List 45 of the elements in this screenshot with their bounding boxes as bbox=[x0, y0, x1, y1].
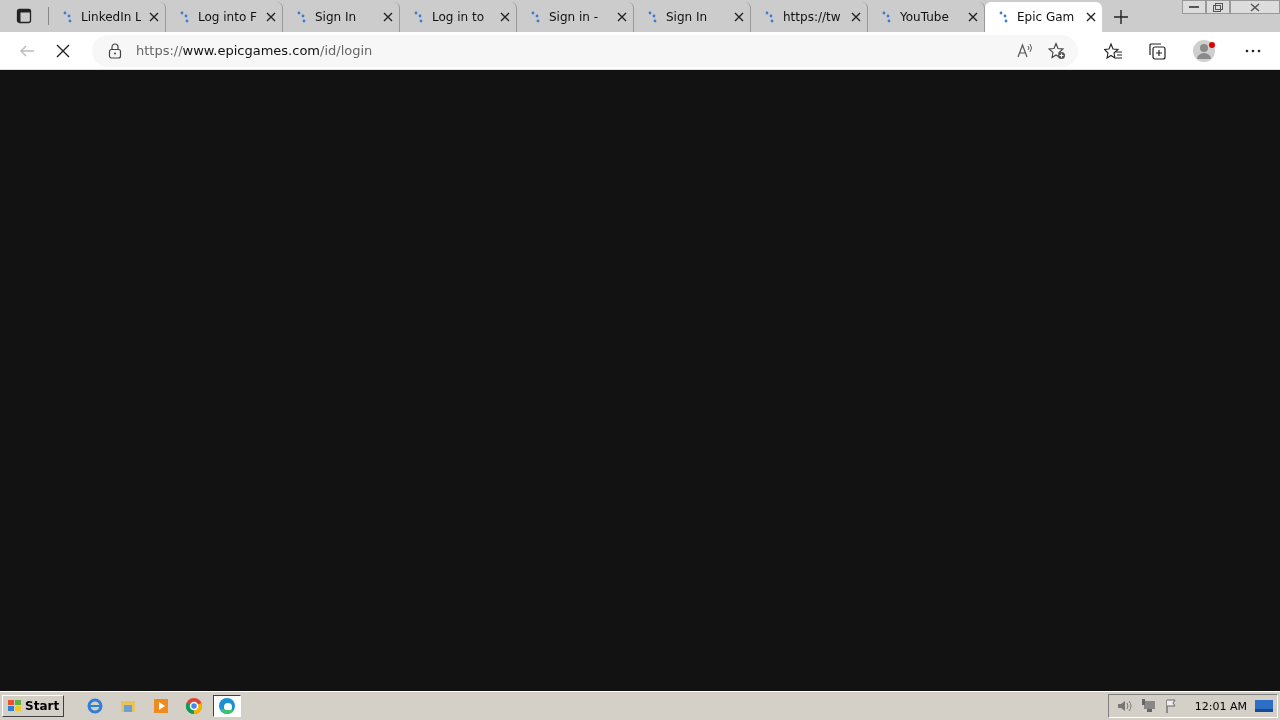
close-icon[interactable] bbox=[734, 12, 744, 22]
minimize-button[interactable] bbox=[1182, 0, 1206, 14]
volume-icon[interactable] bbox=[1116, 699, 1133, 713]
show-desktop-icon[interactable] bbox=[1255, 699, 1273, 713]
url-text: https://www.epicgames.com/id/login bbox=[136, 43, 374, 58]
close-icon[interactable] bbox=[851, 12, 861, 22]
minimize-icon bbox=[1189, 5, 1199, 9]
restore-icon bbox=[1213, 2, 1223, 12]
flag-icon[interactable] bbox=[1164, 699, 1179, 713]
start-button[interactable]: Start bbox=[2, 695, 65, 717]
close-icon[interactable] bbox=[1086, 12, 1096, 22]
close-icon[interactable] bbox=[617, 12, 627, 22]
close-icon[interactable] bbox=[266, 12, 276, 22]
loading-icon bbox=[414, 11, 424, 23]
close-icon[interactable] bbox=[149, 12, 159, 22]
close-icon[interactable] bbox=[500, 12, 510, 22]
close-icon bbox=[1250, 2, 1260, 12]
windows-logo-icon bbox=[7, 699, 23, 713]
network-icon[interactable] bbox=[1140, 699, 1157, 713]
browser-tab[interactable]: Epic Gam bbox=[985, 2, 1102, 32]
profile-avatar[interactable] bbox=[1192, 37, 1218, 64]
add-favorite-icon[interactable] bbox=[1048, 41, 1066, 60]
collections-icon[interactable] bbox=[1148, 41, 1166, 60]
read-aloud-icon[interactable] bbox=[1016, 41, 1034, 60]
lock-icon[interactable] bbox=[108, 42, 122, 59]
loading-icon bbox=[765, 11, 775, 23]
close-icon[interactable] bbox=[968, 12, 978, 22]
browser-icon[interactable] bbox=[86, 697, 105, 715]
loading-icon bbox=[882, 11, 892, 23]
favorites-icon[interactable] bbox=[1104, 41, 1122, 60]
new-tab-icon[interactable] bbox=[1114, 10, 1128, 24]
restore-button[interactable] bbox=[1206, 0, 1230, 14]
loading-icon bbox=[297, 11, 307, 23]
address-bar[interactable]: https://www.epicgames.com/id/login bbox=[92, 34, 1078, 67]
loading-icon bbox=[180, 11, 190, 23]
loading-icon bbox=[63, 11, 73, 23]
close-button[interactable] bbox=[1230, 0, 1280, 14]
loading-icon bbox=[531, 11, 541, 23]
clock[interactable]: 12:01 AM bbox=[1194, 699, 1247, 713]
chrome-icon[interactable] bbox=[185, 697, 204, 715]
loading-icon bbox=[648, 11, 658, 23]
close-icon[interactable] bbox=[383, 12, 393, 22]
tab-actions-icon[interactable] bbox=[16, 8, 32, 24]
loading-icon bbox=[999, 11, 1009, 23]
edge-icon[interactable] bbox=[218, 697, 237, 715]
